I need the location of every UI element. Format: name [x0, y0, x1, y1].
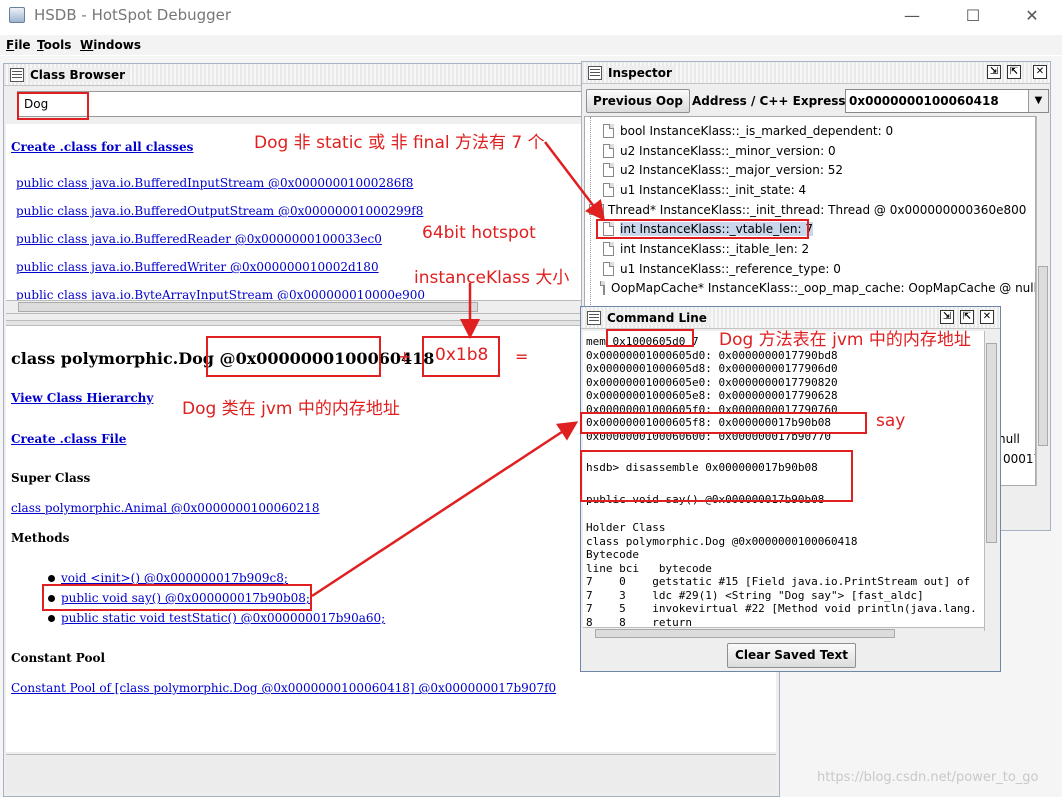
annotation-arrows: [311, 141, 606, 598]
watermark: https://blog.csdn.net/power_to_go: [817, 770, 1039, 785]
arrow-to-say-entry: [311, 421, 579, 598]
arrow-to-vtable-len: [544, 141, 606, 221]
